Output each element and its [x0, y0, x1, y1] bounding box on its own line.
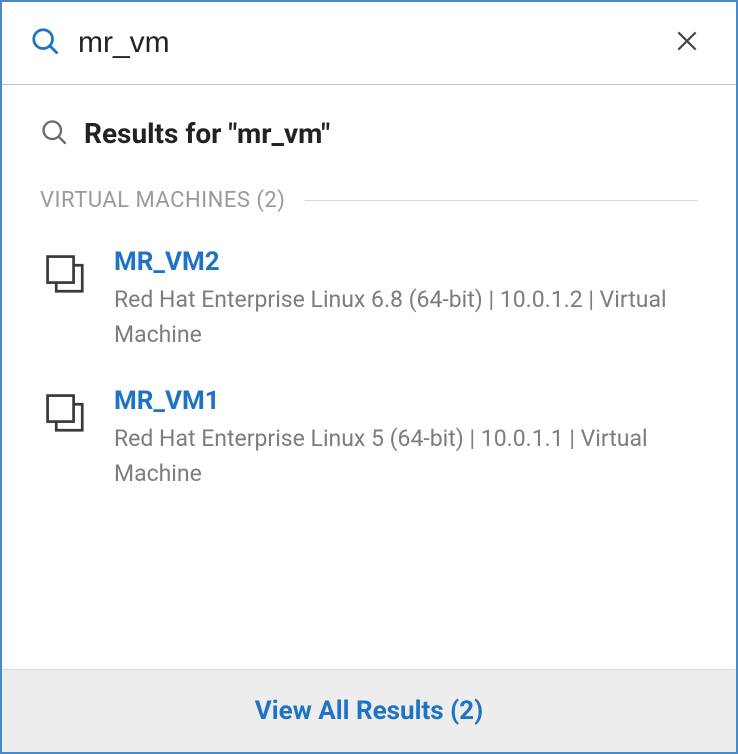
result-subtitle: Red Hat Enterprise Linux 5 (64-bit) | 10… [114, 422, 698, 491]
section-label: VIRTUAL MACHINES (2) [40, 188, 285, 213]
view-all-results-button[interactable]: View All Results (2) [255, 696, 483, 726]
results-footer: View All Results (2) [2, 669, 736, 752]
section-header: VIRTUAL MACHINES (2) [40, 188, 698, 213]
result-title: MR_VM2 [114, 247, 698, 277]
search-icon [30, 26, 60, 60]
search-result-item[interactable]: MR_VM1 Red Hat Enterprise Linux 5 (64-bi… [40, 386, 698, 491]
search-input[interactable] [78, 26, 666, 60]
results-header: Results for "mr_vm" [40, 117, 698, 150]
vm-icon [40, 249, 92, 305]
result-body: MR_VM1 Red Hat Enterprise Linux 5 (64-bi… [114, 386, 698, 491]
results-header-text: Results for "mr_vm" [84, 117, 330, 150]
result-title: MR_VM1 [114, 386, 698, 416]
search-icon [40, 118, 68, 150]
vm-icon [40, 388, 92, 444]
search-bar [2, 2, 736, 85]
clear-search-button[interactable] [666, 20, 708, 66]
result-subtitle: Red Hat Enterprise Linux 6.8 (64-bit) | … [114, 283, 698, 352]
results-container: Results for "mr_vm" VIRTUAL MACHINES (2)… [2, 85, 736, 669]
section-divider [305, 200, 698, 201]
search-panel: Results for "mr_vm" VIRTUAL MACHINES (2)… [0, 0, 738, 754]
result-body: MR_VM2 Red Hat Enterprise Linux 6.8 (64-… [114, 247, 698, 352]
search-result-item[interactable]: MR_VM2 Red Hat Enterprise Linux 6.8 (64-… [40, 247, 698, 352]
